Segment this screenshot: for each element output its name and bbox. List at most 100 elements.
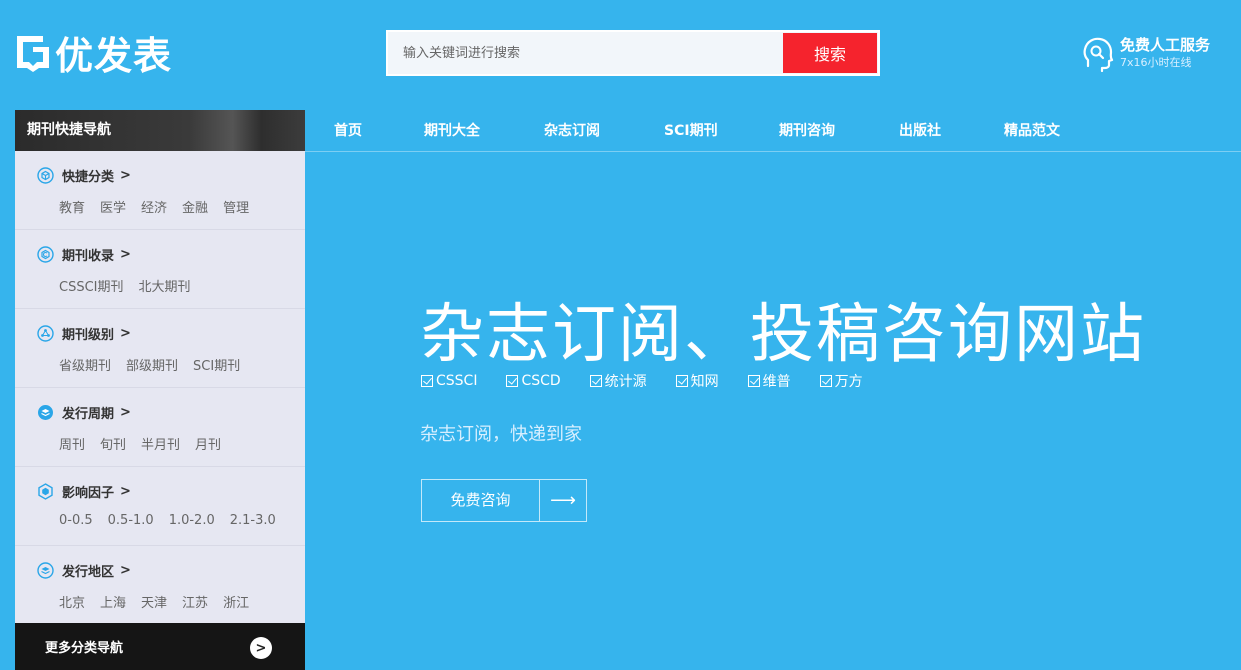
category-link[interactable]: 教育	[59, 197, 85, 216]
hero-title: 杂志订阅、投稿咨询网站	[420, 298, 1146, 372]
category-indexing: 期刊收录 > CSSCI期刊 北大期刊	[15, 230, 305, 309]
service-text: 免费人工服务 7x16小时在线	[1120, 34, 1210, 70]
category-title[interactable]: 发行周期 >	[37, 402, 305, 422]
category-link[interactable]: 省级期刊	[59, 355, 111, 374]
check-item: CSCD	[506, 371, 561, 391]
more-categories-label: 更多分类导航	[45, 641, 124, 656]
layers-icon	[38, 404, 53, 420]
network-icon	[37, 324, 54, 342]
category-title[interactable]: 期刊收录 >	[37, 244, 305, 264]
chevron-right-icon[interactable]: >	[250, 637, 272, 659]
brand-name: 优发表	[55, 33, 173, 78]
category-link[interactable]: SCI期刊	[193, 355, 240, 374]
category-arrow: >	[120, 404, 131, 420]
category-link[interactable]: 医学	[100, 197, 126, 216]
category-title[interactable]: 发行地区 >	[37, 560, 305, 580]
index-checklist: CSSCI CSCD 统计源 知网 维普 万方	[421, 371, 892, 391]
category-arrow: >	[120, 167, 131, 183]
cube-icon	[37, 166, 54, 184]
category-impact-factor: 影响因子 > 0-0.5 0.5-1.0 1.0-2.0 2.1-3.0	[15, 467, 305, 546]
category-link[interactable]: 浙江	[223, 592, 249, 611]
main-nav: 首页 期刊大全 杂志订阅 SCI期刊 期刊咨询 出版社 精品范文	[305, 110, 1241, 152]
nav-item-sci[interactable]: SCI期刊	[664, 110, 718, 152]
nav-item-publisher[interactable]: 出版社	[899, 110, 941, 152]
category-link[interactable]: 部级期刊	[126, 355, 178, 374]
category-link[interactable]: 北大期刊	[139, 276, 191, 295]
check-label: CSSCI	[436, 373, 478, 389]
arrow-right-icon: ⟶	[550, 490, 576, 511]
page: 优发表 搜索 免费人工服务 7x16小时在线 首页 期刊大全 杂志订阅 SCI期…	[0, 0, 1241, 670]
customer-service[interactable]: 免费人工服务 7x16小时在线	[1082, 34, 1210, 72]
nav-item-subscribe[interactable]: 杂志订阅	[544, 110, 600, 152]
check-label: 知网	[690, 374, 719, 390]
check-label: 万方	[834, 374, 863, 390]
nav-item-journals[interactable]: 期刊大全	[424, 110, 480, 152]
category-link[interactable]: 2.1-3.0	[230, 513, 276, 528]
checkbox-icon	[589, 375, 602, 387]
category-links: CSSCI期刊 北大期刊	[59, 276, 305, 295]
category-label: 快捷分类	[62, 169, 115, 185]
check-item: 统计源	[589, 371, 647, 391]
category-link[interactable]: 旬刊	[100, 434, 126, 453]
category-frequency: 发行周期 > 周刊 旬刊 半月刊 月刊	[15, 388, 305, 467]
category-link[interactable]: 0-0.5	[59, 513, 93, 528]
category-arrow: >	[120, 562, 131, 578]
nav-item-consult[interactable]: 期刊咨询	[779, 110, 835, 152]
category-arrow: >	[120, 325, 131, 341]
category-links: 周刊 旬刊 半月刊 月刊	[59, 434, 305, 453]
check-item: CSSCI	[421, 371, 477, 391]
category-link[interactable]: 金融	[182, 197, 208, 216]
check-item: 知网	[675, 371, 719, 391]
category-link[interactable]: 经济	[141, 197, 167, 216]
copyright-c-icon	[37, 245, 54, 263]
headset-user-icon	[1083, 37, 1114, 72]
stack-icon	[37, 561, 54, 579]
hexagon-icon	[38, 482, 53, 500]
search-button[interactable]: 搜索	[783, 33, 877, 73]
nav-item-home[interactable]: 首页	[334, 110, 362, 152]
category-links: 教育 医学 经济 金融 管理	[59, 197, 305, 216]
category-link[interactable]: 天津	[141, 592, 167, 611]
free-consult-button[interactable]: 免费咨询 ⟶	[421, 479, 587, 522]
category-title[interactable]: 期刊级别 >	[37, 323, 305, 343]
category-region: 发行地区 > 北京 上海 天津 江苏 浙江	[15, 546, 305, 625]
category-label: 发行周期	[62, 406, 115, 422]
category-label: 影响因子	[62, 485, 115, 501]
check-label: 统计源	[604, 374, 647, 390]
service-title: 免费人工服务	[1120, 36, 1211, 54]
check-item: 万方	[819, 371, 863, 391]
category-link[interactable]: 月刊	[195, 434, 221, 453]
search-input[interactable]	[388, 32, 782, 74]
hero-subtitle: 杂志订阅，快递到家	[420, 424, 582, 445]
checkbox-icon	[421, 375, 433, 387]
check-label: CSCD	[521, 373, 561, 389]
category-title[interactable]: 影响因子 >	[37, 481, 305, 501]
check-item: 维普	[747, 371, 791, 391]
logo-mark-icon	[17, 36, 49, 72]
checkbox-icon	[675, 375, 688, 387]
category-link[interactable]: 0.5-1.0	[108, 513, 154, 528]
site-logo[interactable]: 优发表	[15, 30, 172, 78]
category-link[interactable]: 江苏	[182, 592, 208, 611]
category-link[interactable]: CSSCI期刊	[59, 276, 124, 295]
category-label: 期刊收录	[62, 248, 115, 264]
more-categories-link[interactable]: 更多分类导航 >	[15, 623, 305, 670]
checkbox-icon	[747, 375, 760, 387]
category-link[interactable]: 周刊	[59, 434, 85, 453]
category-link[interactable]: 上海	[100, 592, 126, 611]
check-label: 维普	[762, 374, 791, 390]
category-label: 期刊级别	[62, 327, 115, 343]
sidebar-nav: 期刊快捷导航 快捷分类 > 教育 医学 经济 金融 管理 期刊收录 > CSSC…	[15, 110, 305, 670]
category-link[interactable]: 北京	[59, 592, 85, 611]
category-arrow: >	[120, 246, 131, 262]
free-consult-label: 免费咨询	[422, 480, 540, 521]
category-links: 0-0.5 0.5-1.0 1.0-2.0 2.1-3.0	[59, 513, 305, 528]
service-subtitle: 7x16小时在线	[1120, 56, 1192, 69]
category-title[interactable]: 快捷分类 >	[37, 165, 305, 185]
sidebar-heading: 期刊快捷导航	[15, 110, 305, 151]
category-arrow: >	[120, 483, 131, 499]
category-link[interactable]: 1.0-2.0	[169, 513, 215, 528]
nav-item-samples[interactable]: 精品范文	[1004, 110, 1060, 152]
category-link[interactable]: 半月刊	[141, 434, 180, 453]
category-link[interactable]: 管理	[223, 197, 249, 216]
